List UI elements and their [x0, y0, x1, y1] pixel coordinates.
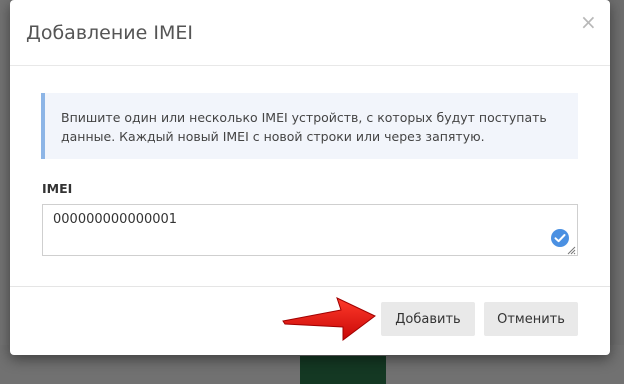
footer-divider	[10, 286, 610, 287]
dialog-body: Впишите один или несколько IMEI устройст…	[10, 66, 610, 286]
dialog-header: Добавление IMEI ×	[10, 0, 610, 66]
red-arrow-pointer	[282, 297, 376, 341]
cancel-button[interactable]: Отменить	[484, 302, 578, 336]
info-message: Впишите один или несколько IMEI устройст…	[41, 93, 578, 159]
dialog-title: Добавление IMEI	[26, 22, 193, 44]
imei-textarea[interactable]: 000000000000001	[42, 204, 578, 256]
check-circle-icon	[551, 229, 569, 247]
imei-field-label: IMEI	[42, 181, 73, 196]
add-button[interactable]: Добавить	[381, 302, 475, 336]
resize-grip-icon[interactable]	[567, 246, 576, 255]
close-icon[interactable]: ×	[580, 12, 597, 32]
